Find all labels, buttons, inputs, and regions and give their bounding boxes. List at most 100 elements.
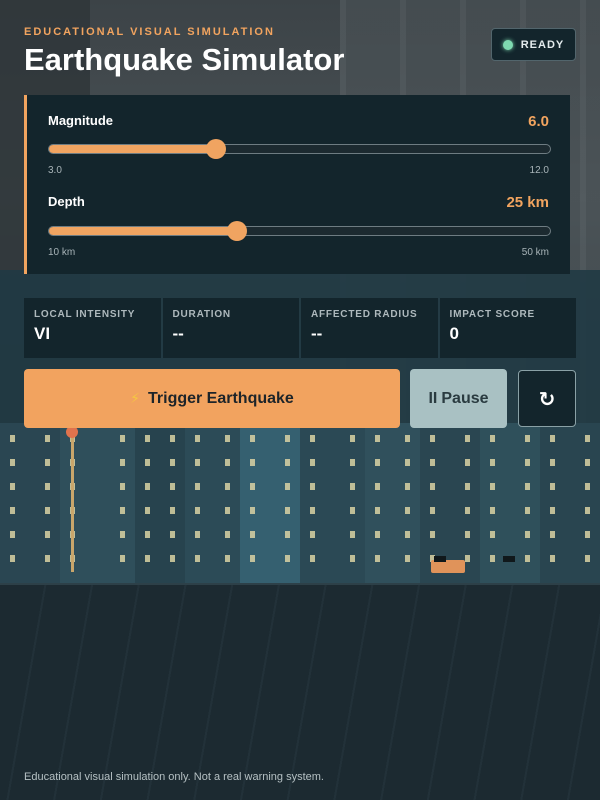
stat-local-intensity: LOCAL INTENSITY VI bbox=[24, 298, 161, 358]
building-window bbox=[10, 555, 15, 562]
building-window bbox=[10, 459, 15, 466]
building-window bbox=[350, 507, 355, 514]
building-window bbox=[490, 483, 495, 490]
building-window bbox=[195, 483, 200, 490]
building-window bbox=[285, 531, 290, 538]
stat-affected-radius: AFFECTED RADIUS -- bbox=[301, 298, 438, 358]
building-window bbox=[585, 507, 590, 514]
building-window bbox=[405, 483, 410, 490]
building-window bbox=[490, 507, 495, 514]
stat-impact-score: IMPACT SCORE 0 bbox=[439, 298, 576, 358]
building-window bbox=[310, 507, 315, 514]
building-window bbox=[550, 459, 555, 466]
building-window bbox=[145, 459, 150, 466]
building-window bbox=[10, 531, 15, 538]
building-window bbox=[225, 555, 230, 562]
building-window bbox=[170, 435, 175, 442]
building-window bbox=[585, 435, 590, 442]
building-window bbox=[525, 531, 530, 538]
building-window bbox=[120, 483, 125, 490]
building-window bbox=[465, 507, 470, 514]
car-window bbox=[434, 556, 446, 562]
building-window bbox=[285, 507, 290, 514]
building-window bbox=[525, 435, 530, 442]
building-window bbox=[225, 531, 230, 538]
building-window bbox=[250, 555, 255, 562]
building-window bbox=[285, 555, 290, 562]
status-badge: READY bbox=[491, 28, 576, 61]
pause-button[interactable]: II Pause bbox=[410, 369, 507, 428]
magnitude-slider-fill bbox=[49, 145, 216, 153]
building-window bbox=[550, 555, 555, 562]
depth-label: Depth bbox=[48, 194, 85, 209]
building-window bbox=[525, 555, 530, 562]
stats-row: LOCAL INTENSITY VI DURATION -- AFFECTED … bbox=[24, 298, 576, 358]
stat-label: DURATION bbox=[172, 309, 231, 320]
building-window bbox=[375, 435, 380, 442]
page-title: Earthquake Simulator bbox=[24, 42, 345, 77]
building-window bbox=[405, 531, 410, 538]
ground-plane bbox=[0, 583, 600, 800]
building bbox=[185, 423, 240, 585]
building-window bbox=[145, 555, 150, 562]
pause-icon: II bbox=[428, 389, 438, 407]
building-window bbox=[45, 507, 50, 514]
magnitude-slider-thumb[interactable] bbox=[206, 139, 226, 159]
building-window bbox=[550, 531, 555, 538]
building-window bbox=[350, 459, 355, 466]
building-window bbox=[550, 507, 555, 514]
magnitude-value: 6.0 bbox=[528, 113, 549, 130]
building-window bbox=[120, 531, 125, 538]
building-window bbox=[170, 507, 175, 514]
building-window bbox=[285, 459, 290, 466]
building-window bbox=[170, 555, 175, 562]
building-window bbox=[430, 507, 435, 514]
depth-min-label: 10 km bbox=[48, 247, 76, 258]
building-window bbox=[585, 483, 590, 490]
building-window bbox=[465, 459, 470, 466]
building-window bbox=[525, 483, 530, 490]
building-window bbox=[250, 483, 255, 490]
building bbox=[300, 423, 365, 585]
building-window bbox=[405, 435, 410, 442]
control-panel: Magnitude 6.0 3.0 12.0 Depth 25 km 10 km… bbox=[24, 95, 570, 274]
building-window bbox=[430, 459, 435, 466]
building-window bbox=[120, 435, 125, 442]
eyebrow-label: EDUCATIONAL VISUAL SIMULATION bbox=[24, 26, 275, 38]
building-window bbox=[10, 435, 15, 442]
building-window bbox=[285, 435, 290, 442]
reset-button[interactable]: ↻ bbox=[518, 370, 576, 427]
building-window bbox=[405, 459, 410, 466]
building-window bbox=[375, 483, 380, 490]
building-window bbox=[145, 531, 150, 538]
building-window bbox=[525, 507, 530, 514]
building-window bbox=[120, 555, 125, 562]
building-window bbox=[250, 507, 255, 514]
building-window bbox=[350, 435, 355, 442]
building-window bbox=[525, 459, 530, 466]
building-window bbox=[465, 483, 470, 490]
building-window bbox=[350, 531, 355, 538]
building-window bbox=[430, 435, 435, 442]
depth-slider[interactable] bbox=[48, 221, 551, 241]
building bbox=[240, 423, 300, 585]
building-window bbox=[45, 531, 50, 538]
building-window bbox=[225, 459, 230, 466]
building-window bbox=[120, 507, 125, 514]
building-window bbox=[45, 555, 50, 562]
building-window bbox=[145, 435, 150, 442]
building-window bbox=[225, 435, 230, 442]
building-window bbox=[490, 435, 495, 442]
building-window bbox=[585, 555, 590, 562]
building-window bbox=[195, 555, 200, 562]
magnitude-slider[interactable] bbox=[48, 139, 551, 159]
trigger-earthquake-label: Trigger Earthquake bbox=[148, 389, 294, 407]
depth-slider-fill bbox=[49, 227, 237, 235]
building-window bbox=[490, 531, 495, 538]
building-window bbox=[310, 435, 315, 442]
depth-slider-thumb[interactable] bbox=[226, 221, 247, 241]
magnitude-max-label: 12.0 bbox=[529, 165, 549, 176]
building-window bbox=[550, 483, 555, 490]
building-window bbox=[285, 483, 290, 490]
trigger-earthquake-button[interactable]: ⚡ Trigger Earthquake bbox=[24, 369, 400, 428]
